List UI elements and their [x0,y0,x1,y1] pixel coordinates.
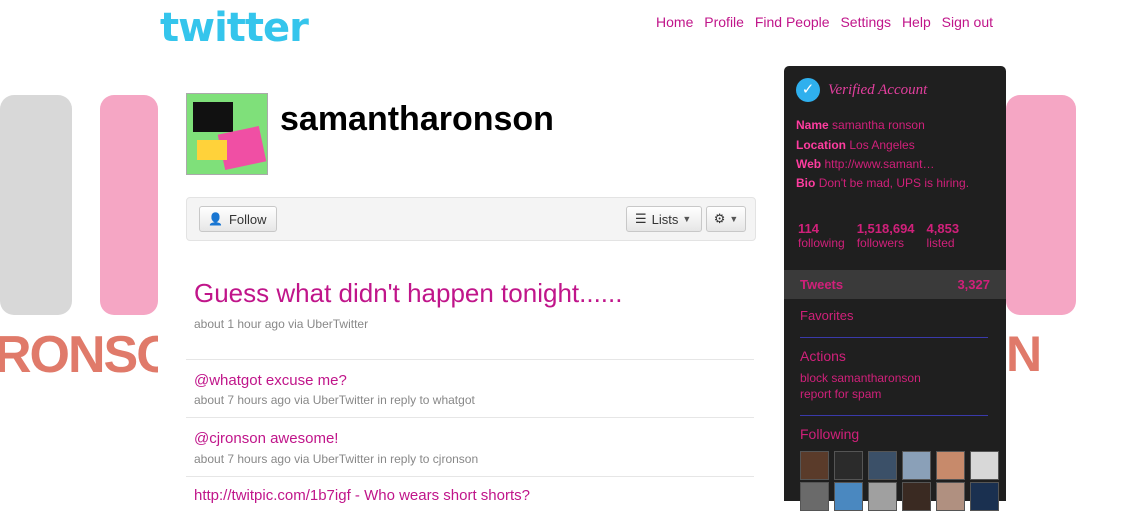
following-avatars [800,451,1004,480]
profile-name-row: Name samantha ronson [796,118,996,132]
profile-username: samantharonson [280,100,554,138]
sidebar-tweets-tab[interactable]: Tweets 3,327 [784,270,1006,299]
name-value: samantha ronson [832,118,925,132]
nav-profile[interactable]: Profile [704,14,744,30]
stat-followers[interactable]: 1,518,694 followers [857,221,915,250]
top-nav: Home Profile Find People Settings Help S… [649,14,993,30]
latest-tweet-meta: about 1 hour ago via UberTwitter [194,317,369,331]
location-value: Los Angeles [849,138,915,152]
verified-label: Verified Account [828,81,928,98]
twitter-logo[interactable]: twitter [160,5,309,51]
lists-button[interactable]: ☰ Lists ▼ [626,206,702,232]
tweet-meta: about 7 hours ago via UberTwitter in rep… [194,393,475,407]
follow-user-icon: 👤 [208,212,223,226]
following-avatar[interactable] [834,451,863,480]
divider [186,417,754,418]
profile-content: samantharonson 👤 Follow ☰ Lists ▼ ⚙ ▼ Gu… [158,66,784,504]
stat-label: followers [856,236,905,250]
stat-number: 4,853 [926,221,960,236]
stat-number: 1,518,694 [856,221,915,236]
bio-value: Don't be mad, UPS is hiring. [818,176,970,190]
stat-following[interactable]: 114 following [798,221,845,250]
following-avatar[interactable] [800,451,829,480]
name-label: Name [796,118,829,132]
tweet-text[interactable]: @cjronson awesome! [194,430,338,447]
block-user-link[interactable]: block samantharonson [800,371,921,385]
background-art-left: RONSON [0,95,212,395]
follow-button[interactable]: 👤 Follow [199,206,277,232]
following-avatar[interactable] [970,482,999,511]
nav-home[interactable]: Home [656,14,693,30]
following-avatar[interactable] [868,451,897,480]
sidebar-divider [800,415,988,416]
following-avatars [800,482,1004,511]
following-avatar[interactable] [868,482,897,511]
tweets-count: 3,327 [957,277,990,292]
stat-number: 114 [798,221,819,236]
web-link[interactable]: http://www.samant… [824,157,934,171]
following-avatar[interactable] [902,482,931,511]
lists-label: Lists [651,211,679,227]
latest-tweet-text: Guess what didn't happen tonight...... [194,278,623,308]
following-avatar[interactable] [936,482,965,511]
verified-badge: ✓ Verified Account [796,78,927,102]
profile-stats: 114 following 1,518,694 followers 4,853 … [798,221,971,250]
web-label: Web [796,157,822,171]
profile-web-row: Web http://www.samant… [796,157,996,171]
divider [186,359,754,360]
profile-bio-row: Bio Don't be mad, UPS is hiring. [796,176,996,190]
following-avatar[interactable] [902,451,931,480]
settings-gear-button[interactable]: ⚙ ▼ [706,206,746,232]
follow-label: Follow [228,211,267,227]
following-avatar[interactable] [834,482,863,511]
stat-listed[interactable]: 4,853 listed [927,221,960,250]
sidebar-favorites[interactable]: Favorites [800,308,853,323]
following-avatar[interactable] [936,451,965,480]
following-heading: Following [800,426,860,442]
nav-find-people[interactable]: Find People [755,14,830,30]
verified-check-icon: ✓ [796,78,820,102]
sidebar-divider [800,337,988,338]
location-label: Location [796,138,846,152]
following-avatar[interactable] [970,451,999,480]
report-spam-link[interactable]: report for spam [800,387,881,401]
actions-heading: Actions [800,348,846,364]
background-art-right: N [1000,95,1124,395]
divider [186,476,754,477]
bio-label: Bio [796,176,816,190]
profile-sidebar: ✓ Verified Account Name samantha ronson … [784,66,1006,511]
profile-action-bar: 👤 Follow ☰ Lists ▼ ⚙ ▼ [186,197,756,241]
tweets-label: Tweets [800,277,844,292]
lists-icon: ☰ [635,211,647,226]
following-avatar[interactable] [800,482,829,511]
nav-help[interactable]: Help [902,14,931,30]
tweet-text[interactable]: @whatgot excuse me? [194,372,347,389]
profile-location-row: Location Los Angeles [796,138,996,152]
profile-avatar[interactable] [186,93,268,175]
tweet-text[interactable]: http://twitpic.com/1b7igf - Who wears sh… [194,487,530,504]
chevron-down-icon: ▼ [682,214,692,224]
stat-label: listed [926,236,955,250]
tweet-meta: about 7 hours ago via UberTwitter in rep… [194,452,479,466]
gear-icon: ⚙ [713,211,726,226]
chevron-down-icon: ▼ [729,214,739,224]
stat-label: following [798,236,845,250]
nav-settings[interactable]: Settings [840,14,891,30]
nav-sign-out[interactable]: Sign out [942,14,993,30]
background-art-text-right: N [1006,326,1042,382]
